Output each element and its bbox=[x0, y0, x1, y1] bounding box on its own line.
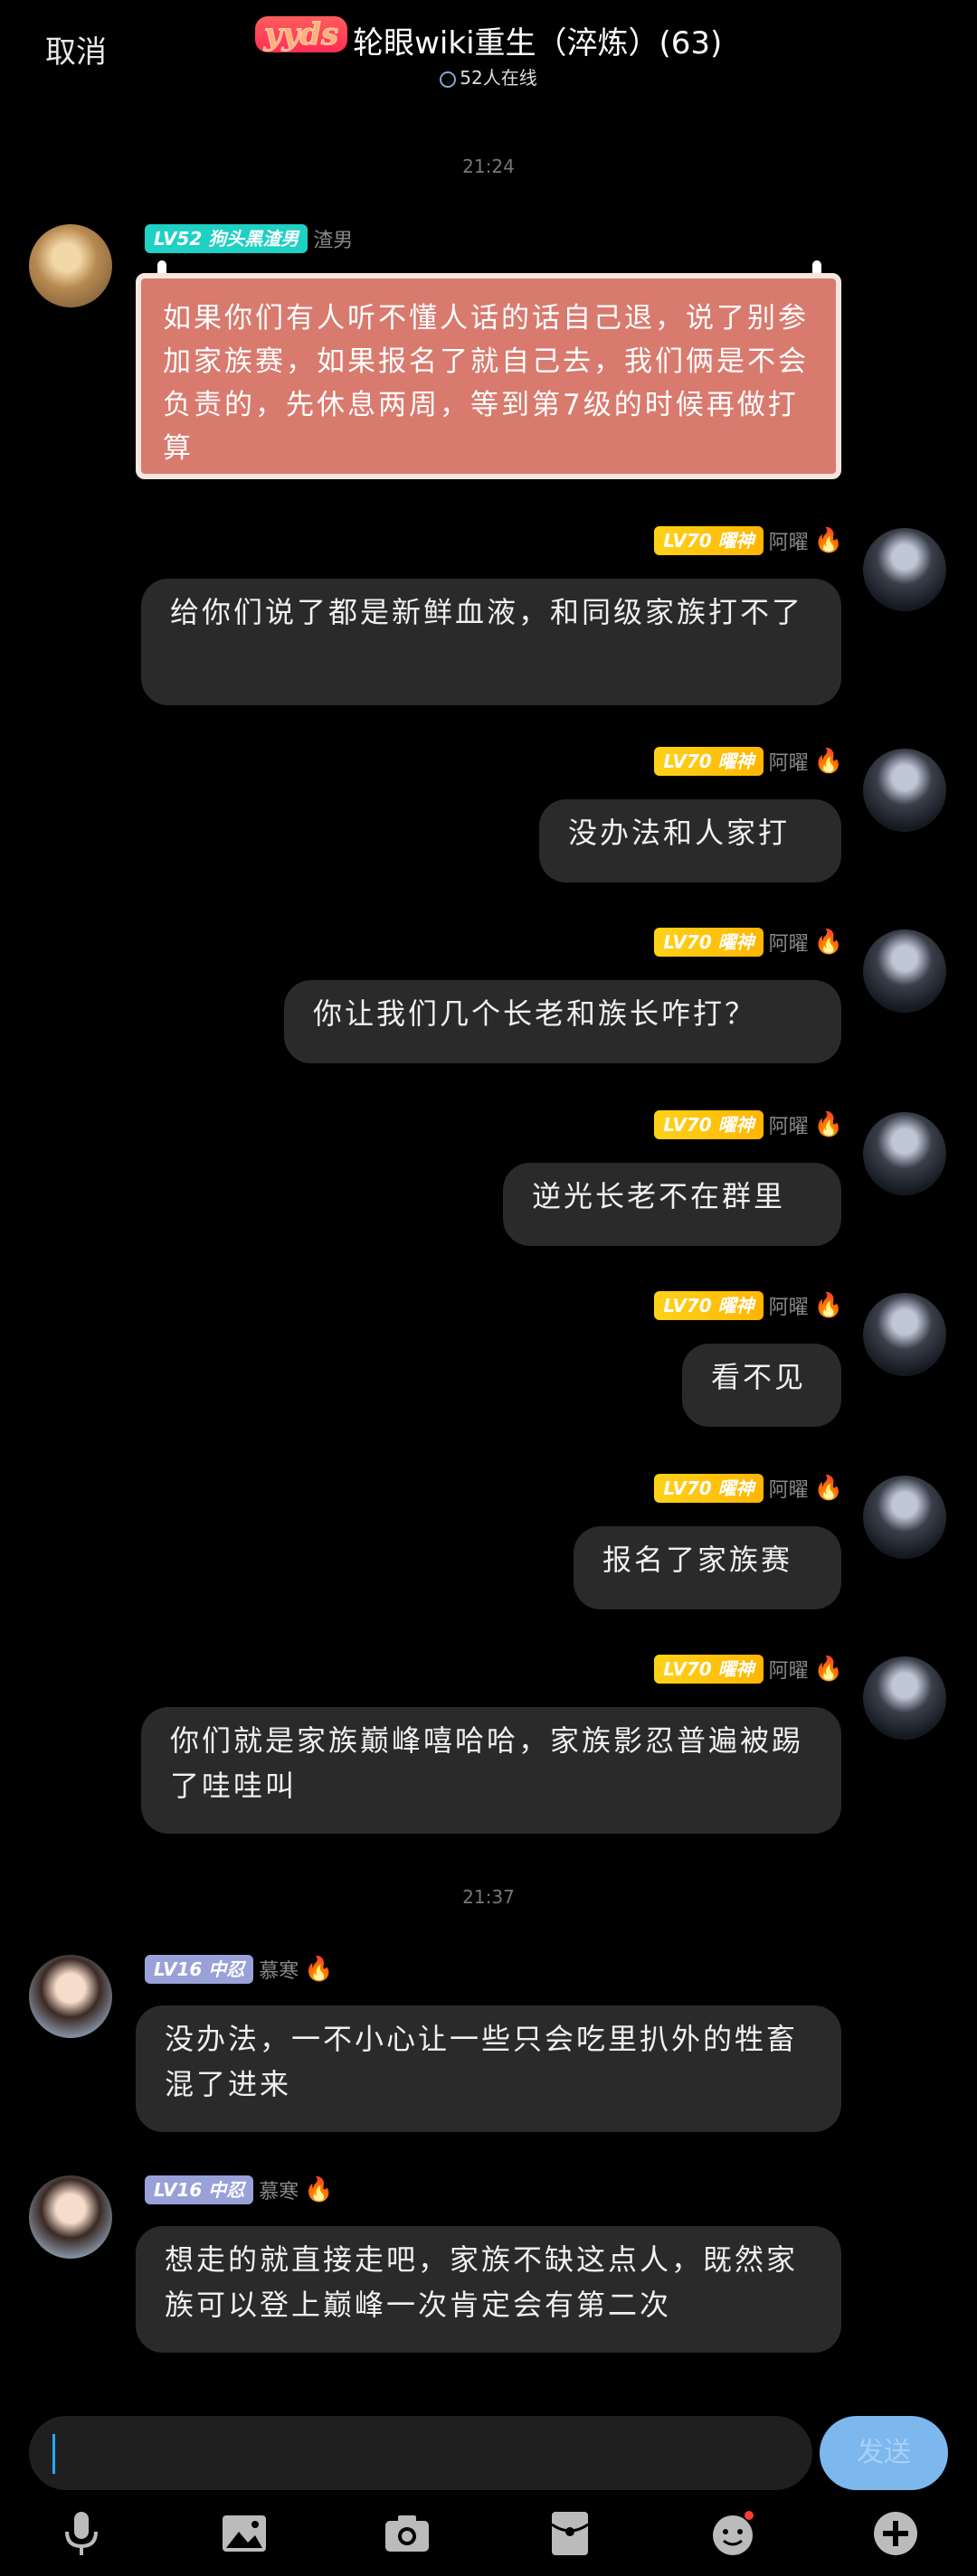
nickname: 阿曜 bbox=[768, 1479, 809, 1502]
fire-icon: 🔥 bbox=[813, 1292, 843, 1319]
sender-info: LV16 中忍 慕寒 🔥 bbox=[145, 1955, 334, 1984]
level-badge: LV70 曜神 bbox=[654, 1474, 764, 1503]
fire-icon: 🔥 bbox=[304, 2176, 334, 2203]
nickname: 阿曜 bbox=[768, 1116, 809, 1138]
group-name: 轮眼wiki重生（淬炼）(63) bbox=[353, 25, 723, 61]
message-bubble[interactable]: 给你们说了都是新鲜血液，和同级家族打不了 bbox=[141, 579, 841, 705]
message-input[interactable] bbox=[29, 2416, 812, 2490]
level-badge: LV70 曜神 bbox=[654, 526, 764, 555]
level-badge: LV70 曜神 bbox=[654, 747, 764, 776]
avatar[interactable] bbox=[29, 224, 112, 307]
fire-icon: 🔥 bbox=[813, 1475, 843, 1502]
level-badge: LV70 曜神 bbox=[654, 928, 764, 957]
chat-title: yyds 轮眼wiki重生（淬炼）(63) bbox=[0, 16, 977, 62]
avatar[interactable] bbox=[863, 1112, 946, 1195]
level-badge: LV70 曜神 bbox=[654, 1291, 764, 1320]
message-bubble[interactable]: 你让我们几个长老和族长咋打？ bbox=[284, 980, 841, 1063]
sender-info: LV70 曜神 阿曜 🔥 bbox=[654, 1474, 843, 1503]
fire-icon: 🔥 bbox=[304, 1956, 334, 1983]
camera-icon[interactable] bbox=[380, 2506, 434, 2561]
avatar[interactable] bbox=[863, 1476, 946, 1559]
avatar[interactable] bbox=[29, 1955, 112, 2038]
message-bubble[interactable]: 没办法，一不小心让一些只会吃里扒外的牲畜混了进来 bbox=[136, 2005, 841, 2132]
message-bubble[interactable]: 你们就是家族巅峰嘻哈哈，家族影忍普遍被踢了哇哇叫 bbox=[141, 1707, 841, 1834]
avatar[interactable] bbox=[863, 1656, 946, 1740]
avatar[interactable] bbox=[863, 528, 946, 611]
online-icon bbox=[440, 71, 457, 88]
sender-info: LV70 曜神 阿曜 🔥 bbox=[654, 928, 843, 957]
avatar[interactable] bbox=[863, 1293, 946, 1376]
microphone-icon[interactable] bbox=[54, 2506, 109, 2561]
level-badge: LV16 中忍 bbox=[145, 1955, 254, 1984]
message-bubble[interactable]: 想走的就直接走吧，家族不缺这点人，既然家族可以登上巅峰一次肯定会有第二次 bbox=[136, 2226, 841, 2353]
sender-info: LV70 曜神 阿曜 🔥 bbox=[654, 747, 843, 776]
nickname: 慕寒 bbox=[259, 1960, 299, 1983]
message-bubble[interactable]: 逆光长老不在群里 bbox=[503, 1163, 841, 1246]
send-button[interactable]: 发送 bbox=[820, 2416, 948, 2490]
emoji-icon[interactable] bbox=[706, 2506, 760, 2561]
fire-icon: 🔥 bbox=[813, 1111, 843, 1138]
fire-icon: 🔥 bbox=[813, 527, 843, 554]
nickname: 阿曜 bbox=[768, 933, 809, 956]
message-bubble[interactable]: 没办法和人家打 bbox=[539, 799, 841, 882]
level-badge: LV70 曜神 bbox=[654, 1655, 764, 1684]
level-badge: LV52 狗头黑渣男 bbox=[145, 224, 308, 253]
avatar[interactable] bbox=[863, 749, 946, 832]
sender-info: LV70 曜神 阿曜 🔥 bbox=[654, 1655, 843, 1684]
red-packet-icon[interactable] bbox=[543, 2506, 597, 2561]
text-caret bbox=[52, 2434, 55, 2474]
message-bubble[interactable]: 看不见 bbox=[682, 1344, 841, 1427]
nickname: 慕寒 bbox=[259, 2181, 299, 2203]
sender-info: LV16 中忍 慕寒 🔥 bbox=[145, 2175, 334, 2204]
sender-info: LV52 狗头黑渣男 渣男 bbox=[145, 224, 358, 253]
message-bubble[interactable]: 如果你们有人听不懂人话的话自己退，说了别参加家族赛，如果报名了就自己去，我们俩是… bbox=[136, 273, 841, 479]
online-count: 52人在线 bbox=[0, 63, 977, 90]
image-icon[interactable] bbox=[217, 2506, 271, 2561]
sender-info: LV70 曜神 阿曜 🔥 bbox=[654, 1291, 843, 1320]
nickname: 渣男 bbox=[313, 230, 354, 252]
sender-info: LV70 曜神 阿曜 🔥 bbox=[654, 526, 843, 555]
level-badge: LV16 中忍 bbox=[145, 2175, 254, 2204]
nickname: 阿曜 bbox=[768, 532, 809, 554]
timestamp: 21:24 bbox=[462, 156, 515, 177]
avatar[interactable] bbox=[863, 929, 946, 1013]
nickname: 阿曜 bbox=[768, 752, 809, 775]
nickname: 阿曜 bbox=[768, 1660, 809, 1683]
plus-icon[interactable] bbox=[868, 2506, 923, 2561]
message-bubble[interactable]: 报名了家族赛 bbox=[574, 1526, 841, 1609]
fire-icon: 🔥 bbox=[813, 929, 843, 956]
fire-icon: 🔥 bbox=[813, 1656, 843, 1683]
sender-info: LV70 曜神 阿曜 🔥 bbox=[654, 1110, 843, 1139]
timestamp: 21:37 bbox=[462, 1886, 515, 1908]
avatar[interactable] bbox=[29, 2175, 112, 2259]
fire-icon: 🔥 bbox=[813, 748, 843, 775]
nickname: 阿曜 bbox=[768, 1297, 809, 1319]
brand-logo: yyds bbox=[254, 16, 348, 53]
level-badge: LV70 曜神 bbox=[654, 1110, 764, 1139]
